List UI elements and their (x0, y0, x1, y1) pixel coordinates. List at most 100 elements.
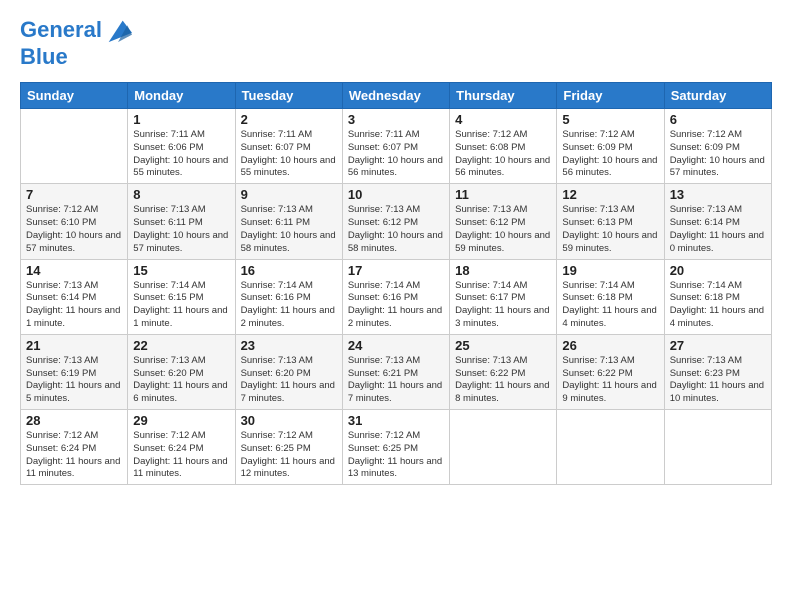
day-cell: 8 Sunrise: 7:13 AMSunset: 6:11 PMDaylight… (128, 184, 235, 259)
day-cell: 16Sunrise: 7:14 AMSunset: 6:16 PMDayligh… (235, 259, 342, 334)
day-number: 31 (348, 413, 444, 428)
day-number: 5 (562, 112, 658, 127)
weekday-friday: Friday (557, 83, 664, 109)
day-cell: 20Sunrise: 7:14 AMSunset: 6:18 PMDayligh… (664, 259, 771, 334)
day-cell (21, 109, 128, 184)
day-number: 17 (348, 263, 444, 278)
day-cell: 19 Sunrise: 7:14 AMSunset: 6:18 PMDayligh… (557, 259, 664, 334)
day-number: 6 (670, 112, 766, 127)
day-info: Sunrise: 7:13 AMSunset: 6:21 PMDaylight:… (348, 355, 444, 406)
week-row-3: 14 Sunrise: 7:13 AMSunset: 6:14 PMDayligh… (21, 259, 772, 334)
day-number: 2 (241, 112, 337, 127)
day-cell: 2 Sunrise: 7:11 AMSunset: 6:07 PMDaylight… (235, 109, 342, 184)
day-info: Sunrise: 7:14 AMSunset: 6:16 PMDaylight:… (241, 280, 337, 331)
day-number: 27 (670, 338, 766, 353)
day-info: Sunrise: 7:14 AMSunset: 6:16 PMDaylight:… (348, 280, 444, 331)
logo-icon (104, 16, 132, 44)
day-info: Sunrise: 7:13 AMSunset: 6:14 PMDaylight:… (670, 204, 766, 255)
day-info: Sunrise: 7:11 AMSunset: 6:07 PMDaylight:… (348, 129, 444, 180)
day-info: Sunrise: 7:13 AMSunset: 6:19 PMDaylight:… (26, 355, 122, 406)
day-cell: 27 Sunrise: 7:13 AMSunset: 6:23 PMDayligh… (664, 334, 771, 409)
calendar: SundayMondayTuesdayWednesdayThursdayFrid… (20, 82, 772, 485)
day-info: Sunrise: 7:13 AMSunset: 6:20 PMDaylight:… (133, 355, 229, 406)
day-info: Sunrise: 7:12 AMSunset: 6:10 PMDaylight:… (26, 204, 122, 255)
day-number: 8 (133, 187, 229, 202)
day-cell: 23 Sunrise: 7:13 AMSunset: 6:20 PMDayligh… (235, 334, 342, 409)
day-cell: 5 Sunrise: 7:12 AMSunset: 6:09 PMDaylight… (557, 109, 664, 184)
day-cell: 22 Sunrise: 7:13 AMSunset: 6:20 PMDayligh… (128, 334, 235, 409)
weekday-wednesday: Wednesday (342, 83, 449, 109)
day-info: Sunrise: 7:12 AMSunset: 6:24 PMDaylight:… (133, 430, 229, 481)
day-info: Sunrise: 7:11 AMSunset: 6:07 PMDaylight:… (241, 129, 337, 180)
logo-blue: Blue (20, 44, 68, 70)
day-number: 14 (26, 263, 122, 278)
day-info: Sunrise: 7:11 AMSunset: 6:06 PMDaylight:… (133, 129, 229, 180)
week-row-4: 21 Sunrise: 7:13 AMSunset: 6:19 PMDayligh… (21, 334, 772, 409)
weekday-saturday: Saturday (664, 83, 771, 109)
day-number: 1 (133, 112, 229, 127)
day-number: 13 (670, 187, 766, 202)
week-row-5: 28 Sunrise: 7:12 AMSunset: 6:24 PMDayligh… (21, 410, 772, 485)
weekday-monday: Monday (128, 83, 235, 109)
day-number: 21 (26, 338, 122, 353)
day-cell: 1 Sunrise: 7:11 AMSunset: 6:06 PMDaylight… (128, 109, 235, 184)
day-cell: 12 Sunrise: 7:13 AMSunset: 6:13 PMDayligh… (557, 184, 664, 259)
day-info: Sunrise: 7:13 AMSunset: 6:12 PMDaylight:… (348, 204, 444, 255)
header: General Blue (20, 16, 772, 70)
day-info: Sunrise: 7:14 AMSunset: 6:18 PMDaylight:… (562, 280, 658, 331)
day-cell: 17 Sunrise: 7:14 AMSunset: 6:16 PMDayligh… (342, 259, 449, 334)
day-cell: 30Sunrise: 7:12 AMSunset: 6:25 PMDayligh… (235, 410, 342, 485)
logo: General Blue (20, 16, 132, 70)
weekday-sunday: Sunday (21, 83, 128, 109)
day-info: Sunrise: 7:12 AMSunset: 6:09 PMDaylight:… (562, 129, 658, 180)
day-info: Sunrise: 7:13 AMSunset: 6:11 PMDaylight:… (133, 204, 229, 255)
day-cell: 10 Sunrise: 7:13 AMSunset: 6:12 PMDayligh… (342, 184, 449, 259)
day-number: 12 (562, 187, 658, 202)
day-info: Sunrise: 7:12 AMSunset: 6:08 PMDaylight:… (455, 129, 551, 180)
day-info: Sunrise: 7:13 AMSunset: 6:11 PMDaylight:… (241, 204, 337, 255)
weekday-thursday: Thursday (450, 83, 557, 109)
day-number: 28 (26, 413, 122, 428)
day-cell (664, 410, 771, 485)
day-cell: 29 Sunrise: 7:12 AMSunset: 6:24 PMDayligh… (128, 410, 235, 485)
day-number: 9 (241, 187, 337, 202)
day-cell: 24 Sunrise: 7:13 AMSunset: 6:21 PMDayligh… (342, 334, 449, 409)
day-cell: 25 Sunrise: 7:13 AMSunset: 6:22 PMDayligh… (450, 334, 557, 409)
day-cell: 31 Sunrise: 7:12 AMSunset: 6:25 PMDayligh… (342, 410, 449, 485)
day-info: Sunrise: 7:13 AMSunset: 6:12 PMDaylight:… (455, 204, 551, 255)
day-info: Sunrise: 7:13 AMSunset: 6:22 PMDaylight:… (455, 355, 551, 406)
day-cell: 28 Sunrise: 7:12 AMSunset: 6:24 PMDayligh… (21, 410, 128, 485)
day-number: 7 (26, 187, 122, 202)
day-cell: 6 Sunrise: 7:12 AMSunset: 6:09 PMDaylight… (664, 109, 771, 184)
day-number: 30 (241, 413, 337, 428)
logo-text: General (20, 18, 102, 42)
day-info: Sunrise: 7:13 AMSunset: 6:14 PMDaylight:… (26, 280, 122, 331)
day-cell: 21 Sunrise: 7:13 AMSunset: 6:19 PMDayligh… (21, 334, 128, 409)
day-number: 10 (348, 187, 444, 202)
day-info: Sunrise: 7:14 AMSunset: 6:15 PMDaylight:… (133, 280, 229, 331)
day-number: 25 (455, 338, 551, 353)
day-number: 29 (133, 413, 229, 428)
day-cell: 14 Sunrise: 7:13 AMSunset: 6:14 PMDayligh… (21, 259, 128, 334)
day-cell: 9 Sunrise: 7:13 AMSunset: 6:11 PMDaylight… (235, 184, 342, 259)
day-number: 18 (455, 263, 551, 278)
day-info: Sunrise: 7:13 AMSunset: 6:13 PMDaylight:… (562, 204, 658, 255)
day-cell: 15Sunrise: 7:14 AMSunset: 6:15 PMDayligh… (128, 259, 235, 334)
day-info: Sunrise: 7:13 AMSunset: 6:23 PMDaylight:… (670, 355, 766, 406)
day-number: 22 (133, 338, 229, 353)
day-number: 4 (455, 112, 551, 127)
day-number: 19 (562, 263, 658, 278)
day-info: Sunrise: 7:12 AMSunset: 6:25 PMDaylight:… (348, 430, 444, 481)
day-number: 11 (455, 187, 551, 202)
day-cell: 26Sunrise: 7:13 AMSunset: 6:22 PMDayligh… (557, 334, 664, 409)
day-info: Sunrise: 7:12 AMSunset: 6:09 PMDaylight:… (670, 129, 766, 180)
weekday-header-row: SundayMondayTuesdayWednesdayThursdayFrid… (21, 83, 772, 109)
week-row-2: 7 Sunrise: 7:12 AMSunset: 6:10 PMDaylight… (21, 184, 772, 259)
day-info: Sunrise: 7:13 AMSunset: 6:20 PMDaylight:… (241, 355, 337, 406)
day-info: Sunrise: 7:14 AMSunset: 6:18 PMDaylight:… (670, 280, 766, 331)
day-cell: 18Sunrise: 7:14 AMSunset: 6:17 PMDayligh… (450, 259, 557, 334)
day-info: Sunrise: 7:12 AMSunset: 6:24 PMDaylight:… (26, 430, 122, 481)
day-number: 24 (348, 338, 444, 353)
day-cell (450, 410, 557, 485)
day-number: 23 (241, 338, 337, 353)
